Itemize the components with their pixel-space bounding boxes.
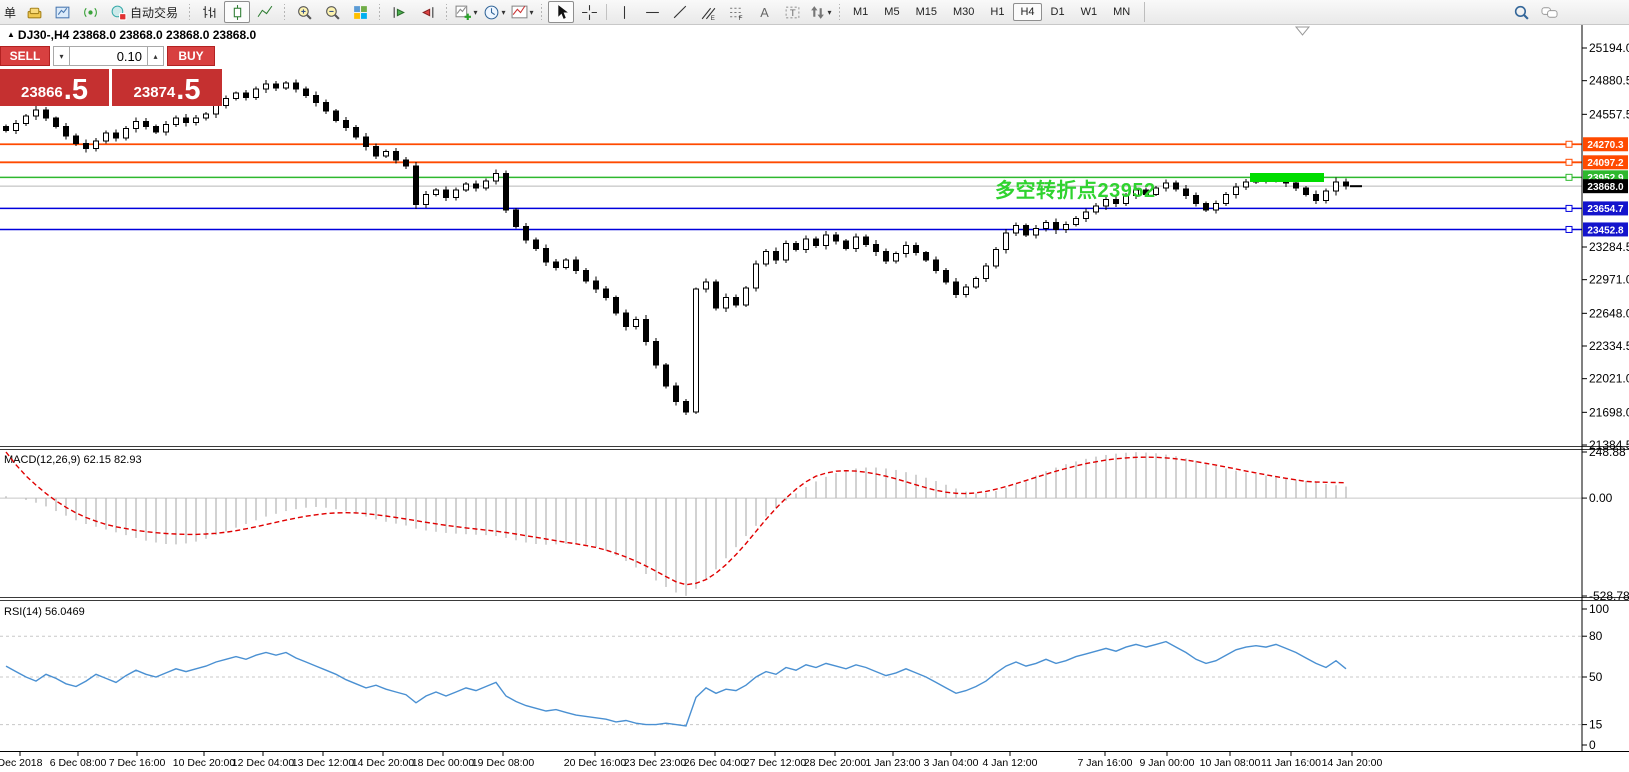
- sell-price-frac: .5: [64, 78, 88, 103]
- time-label[interactable]: 12 Dec 04:00: [232, 757, 295, 769]
- macd-tick-label: 0.00: [1589, 491, 1613, 505]
- price-tick-label: 22334.5: [1589, 339, 1629, 353]
- price-tick-label: 24557.5: [1589, 107, 1629, 121]
- time-label[interactable]: 18 Dec 00:00: [412, 757, 475, 769]
- time-label[interactable]: 9 Jan 00:00: [1140, 757, 1195, 769]
- volume-decrease-button[interactable]: ▾: [53, 46, 70, 66]
- volume-increase-button[interactable]: ▴: [147, 46, 164, 66]
- green-zone-rectangle[interactable]: [1250, 173, 1324, 182]
- rsi-tick-label: 15: [1589, 718, 1603, 732]
- rsi-line: [6, 642, 1346, 726]
- level-handle[interactable]: [1566, 159, 1572, 165]
- price-badge-label: 23654.7: [1587, 204, 1624, 215]
- time-label[interactable]: 10 Jan 08:00: [1200, 757, 1261, 769]
- macd-tick-label: 248.88: [1589, 445, 1626, 459]
- level-handle[interactable]: [1566, 205, 1572, 211]
- time-label[interactable]: 14 Jan 20:00: [1322, 757, 1383, 769]
- sell-button[interactable]: SELL: [0, 46, 50, 66]
- rsi-tick-label: 100: [1589, 602, 1609, 616]
- price-tick-label: 24880.5: [1589, 74, 1629, 88]
- buy-button[interactable]: BUY: [167, 46, 215, 66]
- one-click-trading-panel: SELL ▾ 0.10 ▴ BUY 23866.5 23874.5: [0, 46, 222, 106]
- buy-price[interactable]: 23874.5: [112, 69, 222, 106]
- mt4-window: 单 自动交易: [0, 0, 1629, 772]
- price-tick-label: 22971.0: [1589, 273, 1629, 287]
- macd-histogram: [6, 452, 1346, 596]
- chart-title-text: DJ30-,H4 23868.0 23868.0 23868.0 23868.0: [18, 28, 256, 42]
- price-tick-label: 21698.0: [1589, 405, 1629, 419]
- time-label[interactable]: 10 Dec 20:00: [173, 757, 236, 769]
- price-tick-label: 23284.5: [1589, 240, 1629, 254]
- time-label[interactable]: 19 Dec 08:00: [472, 757, 535, 769]
- time-label[interactable]: 27 Dec 12:00: [744, 757, 807, 769]
- macd-tick-label: -528.78: [1589, 589, 1629, 603]
- time-label[interactable]: 7 Jan 16:00: [1078, 757, 1133, 769]
- annotation-text[interactable]: 多空转折点23952: [995, 174, 1156, 203]
- chart-title: ▲DJ30-,H4 23868.0 23868.0 23868.0 23868.…: [7, 28, 256, 42]
- sell-price[interactable]: 23866.5: [0, 69, 109, 106]
- level-handle[interactable]: [1566, 226, 1572, 232]
- chart-canvas[interactable]: MACD(12,26,9) 62.15 82.93 RSI(14) 56.046…: [0, 0, 1629, 772]
- sell-price-main: 23866: [21, 85, 63, 100]
- time-label[interactable]: 26 Dec 04:00: [684, 757, 747, 769]
- level-handle[interactable]: [1566, 174, 1572, 180]
- time-label[interactable]: 7 Dec 16:00: [109, 757, 166, 769]
- collapse-marker-icon[interactable]: ▲: [7, 30, 15, 39]
- rsi-tick-label: 50: [1589, 670, 1603, 684]
- time-label[interactable]: 1 Jan 23:00: [866, 757, 921, 769]
- price-tick-label: 22021.0: [1589, 372, 1629, 386]
- price-tick-label: 22648.0: [1589, 306, 1629, 320]
- volume-input[interactable]: 0.10: [70, 46, 147, 66]
- time-label[interactable]: Dec 2018: [0, 757, 43, 769]
- time-label[interactable]: 20 Dec 16:00: [564, 757, 627, 769]
- time-label[interactable]: 3 Jan 04:00: [924, 757, 979, 769]
- price-tick-label: 25194.0: [1589, 41, 1629, 55]
- chart-shift-marker-icon[interactable]: [1296, 27, 1309, 35]
- rsi-tick-label: 0: [1589, 738, 1596, 752]
- price-badge-label: 24270.3: [1587, 140, 1624, 151]
- price-badge-label: 24097.2: [1587, 158, 1624, 169]
- time-label[interactable]: 23 Dec 23:00: [624, 757, 687, 769]
- rsi-label: RSI(14) 56.0469: [4, 606, 85, 618]
- time-label[interactable]: 6 Dec 08:00: [50, 757, 107, 769]
- time-label[interactable]: 13 Dec 12:00: [292, 757, 355, 769]
- buy-price-main: 23874: [134, 85, 176, 100]
- price-badge-label: 23452.8: [1587, 225, 1624, 236]
- candles: [4, 79, 1349, 415]
- level-handle[interactable]: [1566, 141, 1572, 147]
- time-label[interactable]: 28 Dec 20:00: [804, 757, 867, 769]
- macd-label: MACD(12,26,9) 62.15 82.93: [4, 454, 142, 466]
- price-badge-label: 23868.0: [1587, 182, 1624, 193]
- rsi-tick-label: 80: [1589, 629, 1603, 643]
- buy-price-frac: .5: [176, 78, 200, 103]
- time-label[interactable]: 14 Dec 20:00: [352, 757, 415, 769]
- time-label[interactable]: 11 Jan 16:00: [1261, 757, 1321, 769]
- time-label[interactable]: 4 Jan 12:00: [983, 757, 1038, 769]
